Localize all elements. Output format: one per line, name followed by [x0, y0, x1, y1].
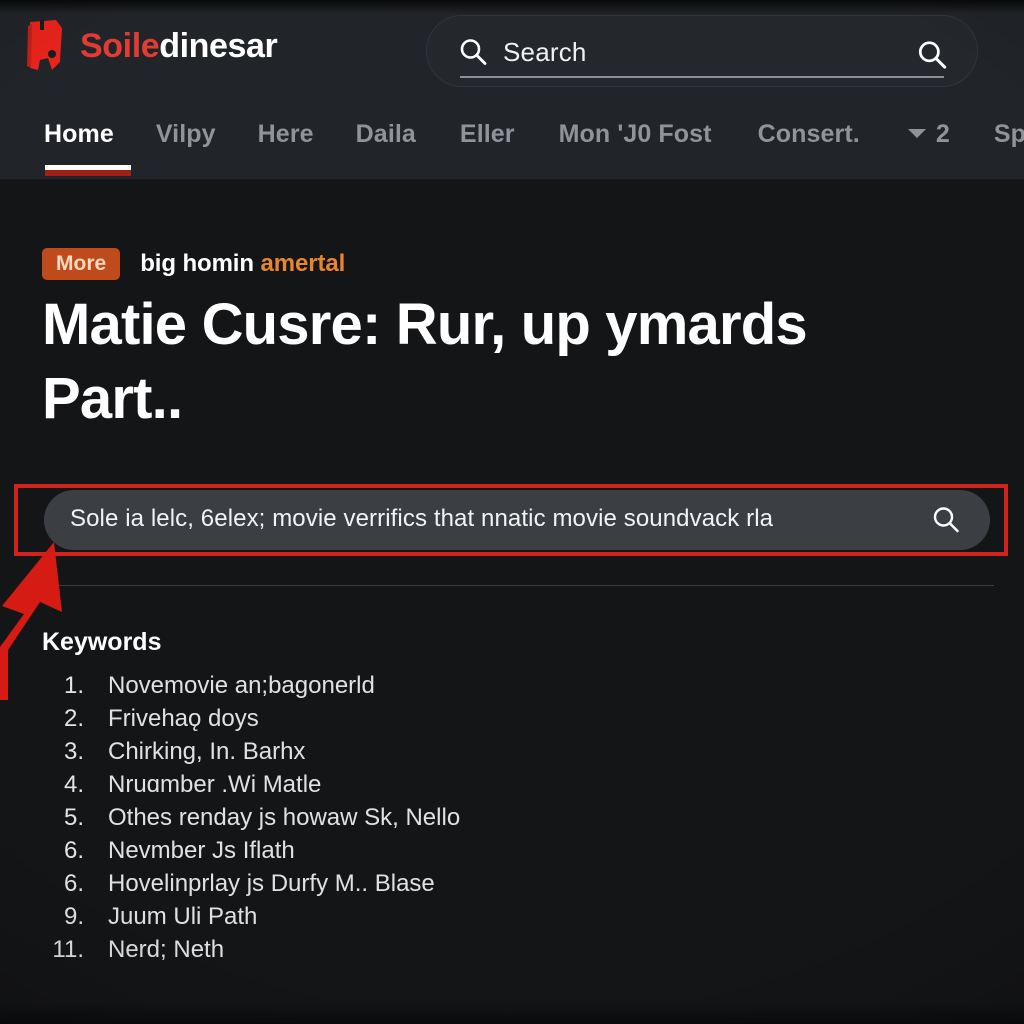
article-kicker: big homin amertal — [140, 250, 345, 278]
search-icon — [460, 39, 487, 65]
brand-name-second: dinesar — [159, 27, 278, 65]
list-item[interactable]: 3. Chirking, In. Barhx — [42, 738, 742, 771]
chevron-down-icon — [907, 129, 926, 138]
nav-item-label: Vilpy — [155, 120, 216, 148]
nav-item-daila[interactable]: Daila — [356, 112, 416, 149]
list-item[interactable]: 9. Juum Uli Path — [42, 903, 742, 936]
nav-item-label: Daila — [355, 120, 416, 148]
main-search-input[interactable]: Sole ia lelc, 6elex; movie verrifics tha… — [44, 490, 990, 550]
arrow-up-right-icon — [0, 542, 62, 700]
list-item-label: Nevmber Js Iflath — [108, 837, 295, 864]
active-indicator-red — [45, 170, 131, 176]
more-badge[interactable]: More — [42, 248, 121, 280]
nav-item-home[interactable]: Home — [44, 112, 131, 176]
list-item-label: Novemovie an;bagonerld — [108, 672, 375, 699]
header-search-underline — [460, 76, 944, 78]
list-item[interactable]: 11. Nerd; Neth — [42, 936, 742, 969]
list-item-number: 6. — [63, 837, 84, 864]
article-headline: Matie Cusre: Rur, up ymards Part.. — [42, 292, 808, 432]
nav-item-vilpy[interactable]: Vilpy — [156, 112, 216, 149]
main-search-value: Sole ia lelc, 6elex; movie verrifics tha… — [70, 505, 774, 532]
list-item[interactable]: 5. Othes renday js howaw Sk, Nello — [42, 804, 742, 837]
keywords-list: 1. Novemovie an;bagonerld 2. Frivehaǫ do… — [42, 672, 742, 969]
nav-item-label: Spacec — [993, 120, 1024, 148]
list-item-label: Nruɑmber .Wi Matle — [108, 771, 322, 798]
list-item-label: Frivehaǫ doys — [108, 705, 259, 732]
article-kicker-row: More big homin amertal — [42, 248, 345, 280]
list-item[interactable]: 4. Nruɑmber .Wi Matle — [42, 771, 742, 804]
section-divider — [44, 585, 994, 586]
nav-item-consert[interactable]: Consert. — [758, 112, 860, 149]
kicker-text-orange: amertal — [260, 250, 346, 277]
list-item-number: 9. — [63, 903, 84, 930]
list-item[interactable]: 6. Nevmber Js Iflath — [42, 837, 742, 870]
list-item[interactable]: 1. Novemovie an;bagonerld — [42, 672, 742, 705]
header-search-placeholder: Search — [503, 36, 587, 67]
nav-item-label: 2 — [935, 120, 950, 148]
main-navigation: Home Vilpy Here Daila Eller Mon 'J0 Fost… — [0, 112, 1024, 176]
nav-item-label: Here — [257, 120, 314, 148]
kicker-text-white: big homin — [140, 250, 254, 277]
app-window: Soiledinesar Search Home Vilpy Here Dail… — [0, 0, 1024, 1024]
search-icon[interactable] — [915, 38, 949, 72]
nav-item-eller[interactable]: Eller — [460, 112, 515, 149]
nav-item-spacec[interactable]: Spacec — [994, 112, 1024, 149]
header-search-box[interactable]: Search — [426, 15, 978, 87]
nav-item-mon-fost[interactable]: Mon 'J0 Fost — [559, 112, 712, 149]
nav-item-label: Home — [44, 120, 114, 148]
header-search-inner: Search — [457, 30, 949, 74]
nav-item-here[interactable]: Here — [258, 112, 314, 149]
search-icon[interactable] — [930, 504, 962, 536]
brand-name-first: Soile — [80, 27, 160, 65]
nav-item-label: Consert. — [757, 120, 860, 148]
nav-item-label: Mon 'J0 Fost — [558, 120, 712, 148]
list-item-number: 2. — [63, 705, 84, 732]
list-item-number: 6. — [63, 870, 84, 897]
brand-name: Soiledinesar — [80, 27, 278, 65]
list-item-label: Nerd; Neth — [108, 936, 225, 963]
list-item-label: Chirking, In. Barhx — [108, 738, 306, 765]
list-item[interactable]: 6. Hovelinprlay js Durfy M.. Blase — [42, 870, 742, 903]
nav-item-count[interactable]: 2 — [906, 112, 950, 149]
list-item[interactable]: 2. Frivehaǫ doys — [42, 705, 742, 738]
list-item-number: 3. — [63, 738, 84, 765]
list-item-number: 11. — [52, 936, 84, 963]
list-item-number: 5. — [63, 804, 84, 831]
page-content: More big homin amertal Matie Cusre: Rur,… — [0, 180, 1024, 1024]
list-item-number: 4. — [63, 771, 84, 798]
brand-logo-area[interactable]: Soiledinesar — [22, 18, 278, 74]
list-item-label: Juum Uli Path — [108, 903, 258, 930]
nav-item-label: Eller — [459, 120, 515, 148]
list-item-label: Hovelinprlay js Durfy M.. Blase — [108, 870, 435, 897]
list-item-label: Othes renday js howaw Sk, Nello — [108, 804, 461, 831]
bookmark-film-icon — [27, 20, 62, 70]
